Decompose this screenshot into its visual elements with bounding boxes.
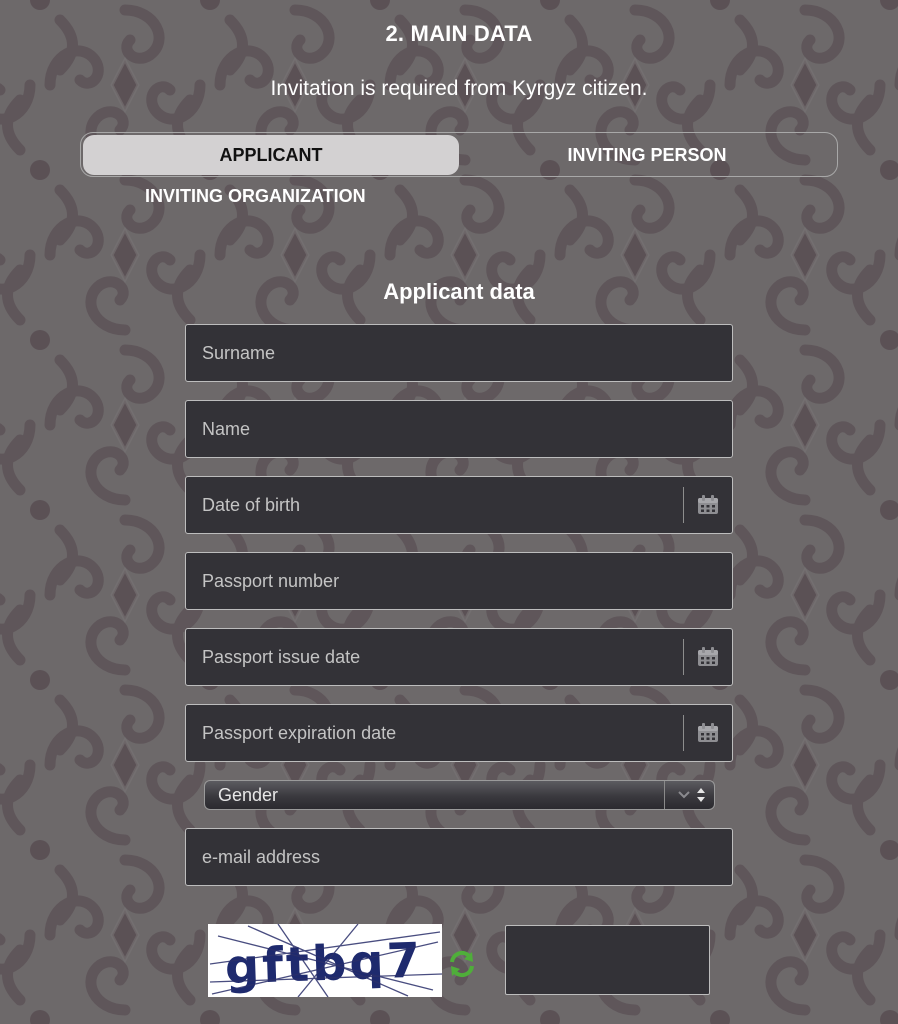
email-field	[185, 828, 733, 886]
passport-number-field	[185, 552, 733, 610]
refresh-icon[interactable]	[446, 948, 478, 980]
passport-expiration-date-input[interactable]	[186, 705, 684, 761]
date-of-birth-picker-button[interactable]	[684, 477, 732, 533]
email-input[interactable]	[186, 829, 732, 885]
surname-input[interactable]	[186, 325, 732, 381]
tab-inviting-person[interactable]: INVITING PERSON	[459, 135, 835, 175]
invitation-notice: Invitation is required from Kyrgyz citiz…	[270, 77, 648, 100]
passport-issue-date-field	[185, 628, 733, 686]
captcha-field	[505, 925, 710, 995]
passport-expiration-date-field	[185, 704, 733, 762]
date-of-birth-field	[185, 476, 733, 534]
date-of-birth-input[interactable]	[186, 477, 684, 533]
section-title: 2. MAIN DATA	[385, 21, 533, 46]
passport-expiration-date-picker-button[interactable]	[684, 705, 732, 761]
tab-inviting-organization[interactable]: INVITING ORGANIZATION	[145, 184, 366, 208]
gender-select-value: Gender	[218, 785, 279, 805]
select-divider	[664, 781, 665, 809]
captcha-text: gftbq7	[224, 933, 424, 996]
passport-issue-date-input[interactable]	[186, 629, 684, 685]
calendar-icon	[698, 647, 718, 666]
passport-number-input[interactable]	[186, 553, 732, 609]
captcha-input[interactable]	[506, 926, 709, 994]
form-heading: Applicant data	[383, 279, 535, 304]
surname-field	[185, 324, 733, 382]
name-field	[185, 400, 733, 458]
captcha-image: gftbq7	[208, 924, 442, 997]
calendar-icon	[698, 723, 718, 742]
calendar-icon	[698, 495, 718, 514]
name-input[interactable]	[186, 401, 732, 457]
gender-select[interactable]: Gender	[204, 780, 715, 810]
tab-applicant[interactable]: APPLICANT	[83, 135, 459, 175]
passport-issue-date-picker-button[interactable]	[684, 629, 732, 685]
main-data-section: 2. MAIN DATA Invitation is required from…	[0, 0, 898, 1024]
chevron-up-down-icon	[678, 788, 705, 802]
